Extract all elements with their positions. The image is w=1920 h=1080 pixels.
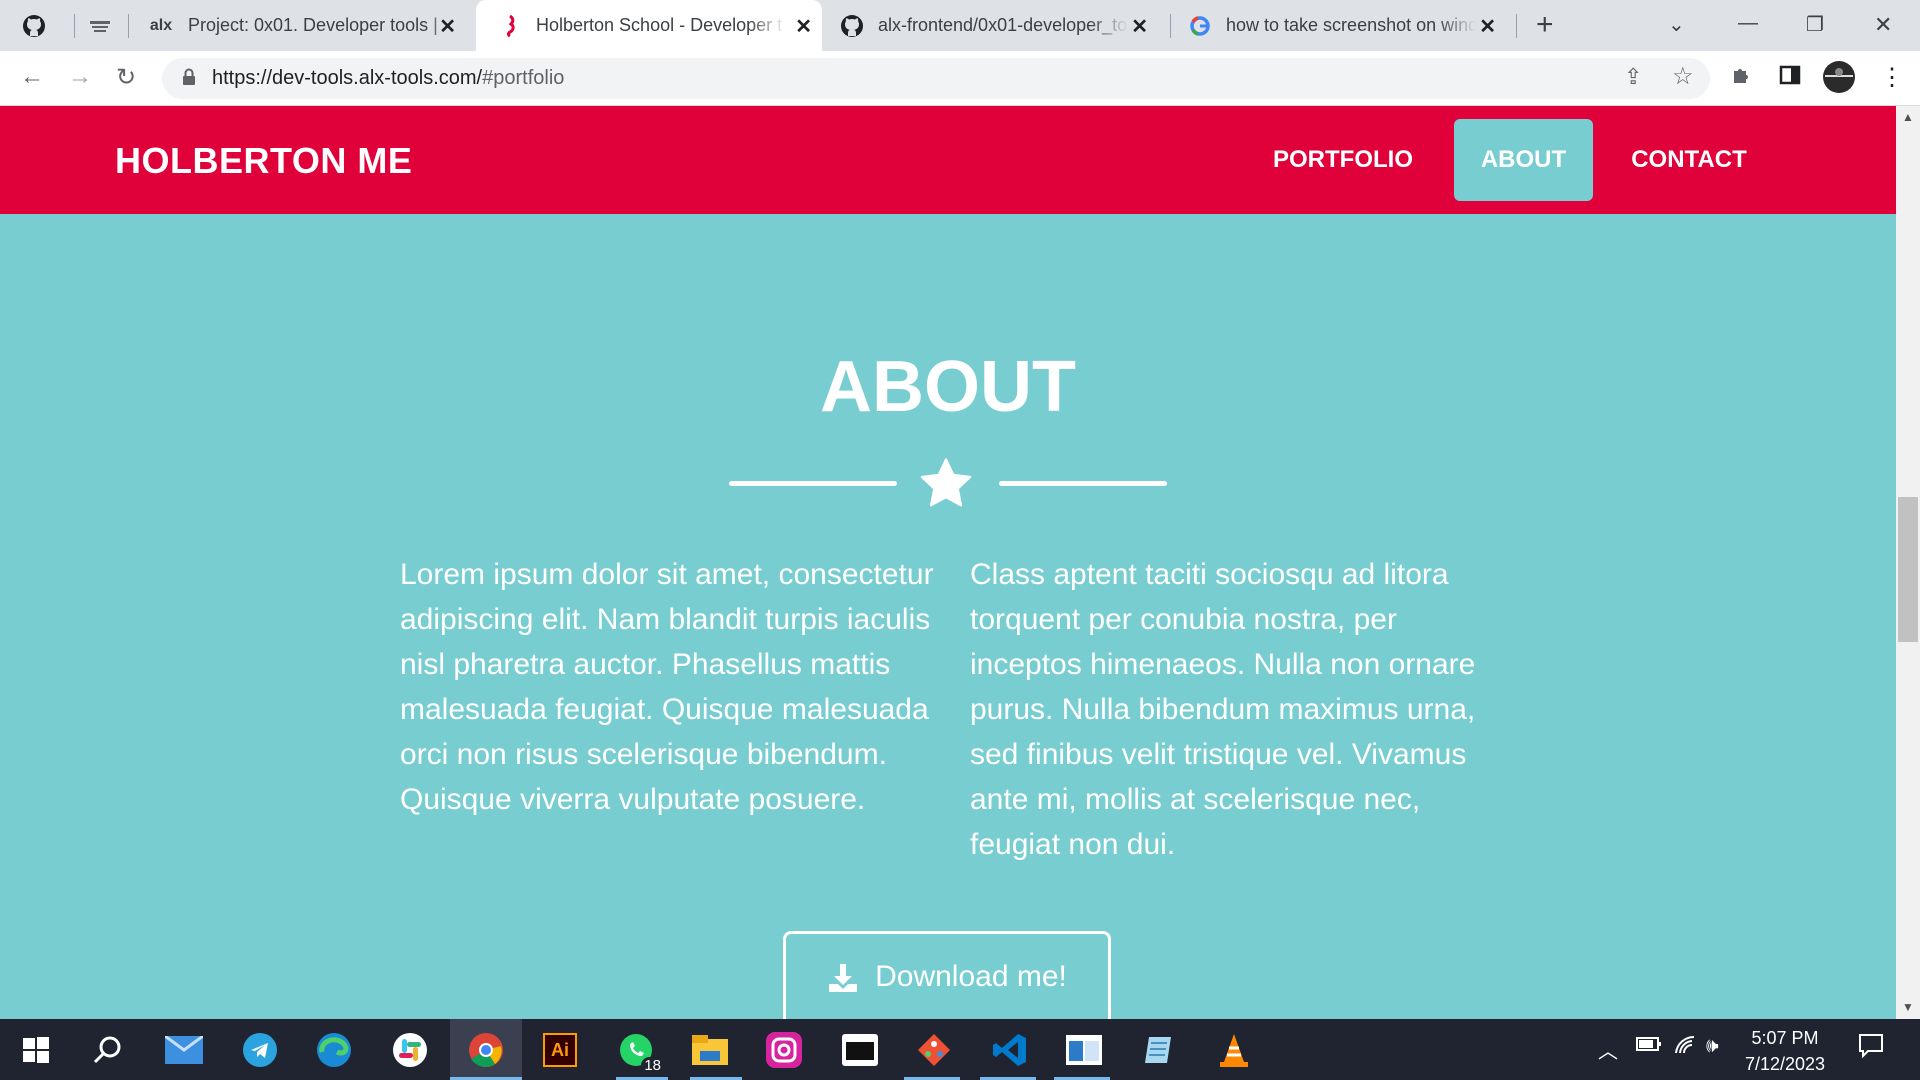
about-paragraph-right: Class aptent taciti sociosqu ad litora t… <box>970 558 1476 861</box>
alx-icon: alx <box>149 16 173 34</box>
file-explorer-icon[interactable] <box>690 1030 730 1070</box>
star-icon <box>920 458 972 507</box>
tab-google-search[interactable]: how to take screenshot on wind ✕ <box>1184 0 1506 51</box>
close-window-button[interactable]: ✕ <box>1874 12 1892 38</box>
close-icon[interactable]: ✕ <box>439 14 456 39</box>
address-bar[interactable]: https://dev-tools.alx-tools.com/#portfol… <box>162 58 1710 99</box>
notepad-icon[interactable] <box>1140 1030 1180 1070</box>
divider-right <box>999 481 1167 486</box>
back-button[interactable]: ← <box>20 63 44 91</box>
alx-school-icon <box>88 14 112 38</box>
page-scrollbar[interactable]: ▲ ▼ <box>1896 106 1920 1019</box>
bookmark-star-icon[interactable]: ☆ <box>1672 62 1694 91</box>
github-icon <box>22 14 46 38</box>
download-label: Download me! <box>875 960 1067 993</box>
notifications-icon[interactable] <box>1858 1033 1884 1065</box>
nav-contact[interactable]: CONTACT <box>1614 119 1764 201</box>
whatsapp-icon[interactable]: 18 <box>616 1030 664 1074</box>
system-clock[interactable]: 5:07 PM 7/12/2023 <box>1730 1025 1840 1077</box>
nav-portfolio[interactable]: PORTFOLIO <box>1258 119 1428 201</box>
tab-alx-school-pinned[interactable] <box>88 0 128 51</box>
section-title: ABOUT <box>820 347 1076 427</box>
scroll-up-arrow-icon[interactable]: ▲ <box>1902 110 1914 124</box>
side-panel-icon[interactable] <box>1778 63 1802 94</box>
site-navbar: HOLBERTON ME PORTFOLIO ABOUT CONTACT <box>0 106 1896 214</box>
restore-button[interactable]: ❐ <box>1806 12 1824 37</box>
volume-icon[interactable]: 🕪 <box>1706 1035 1719 1058</box>
tab-label: alx-frontend/0x01-developer_to <box>878 15 1128 35</box>
git-icon[interactable] <box>914 1030 954 1070</box>
mail-icon[interactable] <box>164 1030 204 1070</box>
tab-project-developer-tools[interactable]: alx Project: 0x01. Developer tools | ✕ <box>144 0 466 51</box>
scrollbar-thumb[interactable] <box>1898 497 1918 642</box>
slack-icon[interactable] <box>390 1030 430 1070</box>
tab-holberton-developer[interactable]: Holberton School - Developer t ✕ <box>476 0 822 51</box>
share-icon[interactable]: ⇪ <box>1624 64 1642 90</box>
clock-date: 7/12/2023 <box>1744 1054 1826 1074</box>
chrome-icon[interactable] <box>466 1030 506 1070</box>
terminal-icon[interactable] <box>840 1030 880 1070</box>
minimize-button[interactable]: — <box>1738 12 1758 35</box>
holberton-icon <box>498 14 522 38</box>
download-button[interactable]: Download me! <box>783 931 1111 1019</box>
edge-icon[interactable] <box>314 1030 354 1070</box>
windows-taskbar: Ai 18 ︿ 🕪 5:07 PM 7/12/2023 <box>0 1019 1920 1080</box>
google-icon <box>1188 14 1212 38</box>
close-icon[interactable]: ✕ <box>1131 14 1148 39</box>
vscode-icon[interactable] <box>990 1030 1030 1070</box>
instagram-icon[interactable] <box>764 1030 804 1070</box>
reload-button[interactable]: ↻ <box>116 63 136 92</box>
tab-alx-frontend-github[interactable]: alx-frontend/0x01-developer_to ✕ <box>836 0 1158 51</box>
app-window-icon[interactable] <box>1064 1030 1104 1070</box>
new-tab-button[interactable]: + <box>1536 8 1554 42</box>
profile-avatar[interactable] <box>1822 60 1856 101</box>
web-page: HOLBERTON ME PORTFOLIO ABOUT CONTACT ABO… <box>0 106 1896 1019</box>
browser-tab-bar: alx Project: 0x01. Developer tools | ✕ H… <box>0 0 1920 51</box>
tab-github-pinned[interactable] <box>22 0 62 51</box>
tab-label: Holberton School - Developer t <box>536 15 783 35</box>
telegram-icon[interactable] <box>240 1030 280 1070</box>
vlc-icon[interactable] <box>1214 1030 1254 1070</box>
lock-icon <box>183 68 195 85</box>
close-icon[interactable]: ✕ <box>1479 14 1496 39</box>
about-paragraph-left: Lorem ipsum dolor sit amet, consectetur … <box>400 558 934 816</box>
start-icon[interactable] <box>16 1030 56 1070</box>
site-brand[interactable]: HOLBERTON ME <box>115 140 412 182</box>
url-path: #portfolio <box>482 67 565 89</box>
battery-icon[interactable] <box>1636 1035 1662 1058</box>
tab-label: Project: 0x01. Developer tools | <box>188 15 438 35</box>
nav-about[interactable]: ABOUT <box>1454 119 1593 201</box>
tray-overflow-chevron-icon[interactable]: ︿ <box>1598 1035 1618 1064</box>
url-text: https://dev-tools.alx-tools.com/#portfol… <box>212 67 564 90</box>
browser-toolbar: ← → ↻ https://dev-tools.alx-tools.com/#p… <box>0 51 1920 106</box>
wifi-icon[interactable] <box>1674 1035 1698 1061</box>
search-icon[interactable] <box>88 1030 128 1070</box>
browser-menu-icon[interactable]: ⋮ <box>1880 63 1904 92</box>
github-icon <box>840 14 864 38</box>
download-icon <box>829 964 858 992</box>
clock-time: 5:07 PM <box>1751 1028 1819 1048</box>
scroll-down-arrow-icon[interactable]: ▼ <box>1902 1000 1914 1014</box>
tab-label: how to take screenshot on wind <box>1226 15 1476 35</box>
illustrator-label: Ai <box>543 1033 577 1067</box>
divider-left <box>729 481 897 486</box>
extensions-puzzle-icon[interactable] <box>1730 63 1754 94</box>
tab-search-chevron-icon[interactable]: ⌄ <box>1668 12 1685 37</box>
close-icon[interactable]: ✕ <box>795 14 812 39</box>
url-host: https://dev-tools.alx-tools.com/ <box>212 67 483 89</box>
illustrator-icon[interactable]: Ai <box>540 1030 580 1070</box>
whatsapp-badge: 18 <box>641 1057 664 1074</box>
forward-button[interactable]: → <box>68 63 92 91</box>
